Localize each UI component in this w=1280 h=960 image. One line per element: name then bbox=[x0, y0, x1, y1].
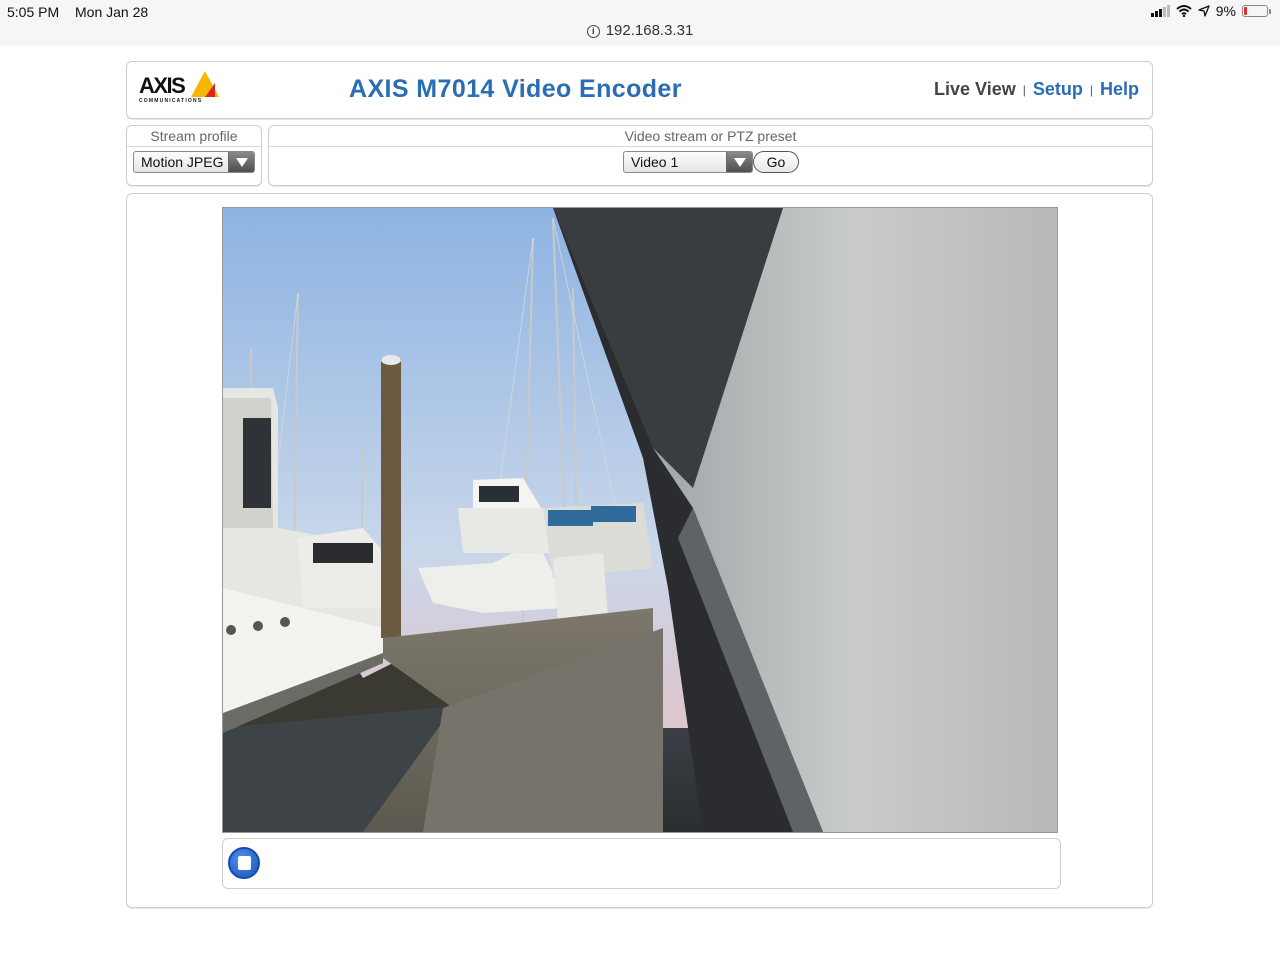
chevron-down-icon[interactable] bbox=[228, 152, 254, 172]
signal-icon bbox=[1150, 5, 1170, 17]
nav-live-view[interactable]: Live View bbox=[934, 79, 1016, 100]
nav-help[interactable]: Help bbox=[1100, 79, 1139, 100]
logo-text: AXIS bbox=[139, 73, 186, 98]
axis-logo: AXIS COMMUNICATIONS bbox=[139, 71, 221, 105]
nav-separator: | bbox=[1022, 82, 1026, 97]
stream-profile-panel: Stream profile Motion JPEG bbox=[126, 125, 262, 186]
stream-profile-select[interactable]: Motion JPEG bbox=[133, 151, 255, 173]
live-view-panel bbox=[126, 193, 1153, 908]
stop-icon[interactable] bbox=[228, 847, 260, 879]
wifi-icon bbox=[1176, 5, 1192, 17]
video-stream-select[interactable]: Video 1 bbox=[623, 151, 753, 173]
stream-preset-label: Video stream or PTZ preset bbox=[624, 128, 797, 144]
video-control-bar bbox=[222, 838, 1061, 889]
divider bbox=[269, 146, 1152, 147]
stream-profile-label: Stream profile bbox=[150, 128, 238, 144]
status-bar: 5:05 PM Mon Jan 28 9% i 192.168.3.31 bbox=[0, 0, 1280, 46]
stream-preset-panel: Video stream or PTZ preset Video 1 Go bbox=[268, 125, 1153, 186]
status-icons: 9% bbox=[1150, 3, 1271, 19]
go-button[interactable]: Go bbox=[753, 151, 799, 173]
video-stream-value[interactable]: Video 1 bbox=[631, 154, 678, 170]
status-time: 5:05 PM bbox=[7, 4, 60, 20]
video-frame-image bbox=[223, 208, 1057, 832]
logo-triangle-icon bbox=[191, 71, 219, 97]
nav-setup[interactable]: Setup bbox=[1033, 79, 1083, 100]
top-nav: Live View | Setup | Help bbox=[934, 79, 1139, 100]
stream-profile-value[interactable]: Motion JPEG bbox=[141, 154, 223, 170]
info-icon[interactable]: i bbox=[586, 25, 600, 38]
battery-icon bbox=[1242, 5, 1271, 17]
chevron-down-icon[interactable] bbox=[726, 152, 752, 172]
header-panel: AXIS COMMUNICATIONS AXIS M7014 Video Enc… bbox=[126, 61, 1153, 119]
logo-subtext: COMMUNICATIONS bbox=[139, 98, 203, 104]
page-title: AXIS M7014 Video Encoder bbox=[349, 75, 682, 103]
nav-separator: | bbox=[1089, 82, 1093, 97]
status-date: Mon Jan 28 bbox=[75, 4, 149, 20]
live-video-feed[interactable] bbox=[222, 207, 1058, 833]
location-icon bbox=[1198, 5, 1210, 17]
address-bar[interactable]: i 192.168.3.31 bbox=[0, 22, 1280, 39]
battery-percent: 9% bbox=[1215, 3, 1236, 19]
url-text[interactable]: 192.168.3.31 bbox=[606, 22, 694, 39]
divider bbox=[127, 146, 261, 147]
